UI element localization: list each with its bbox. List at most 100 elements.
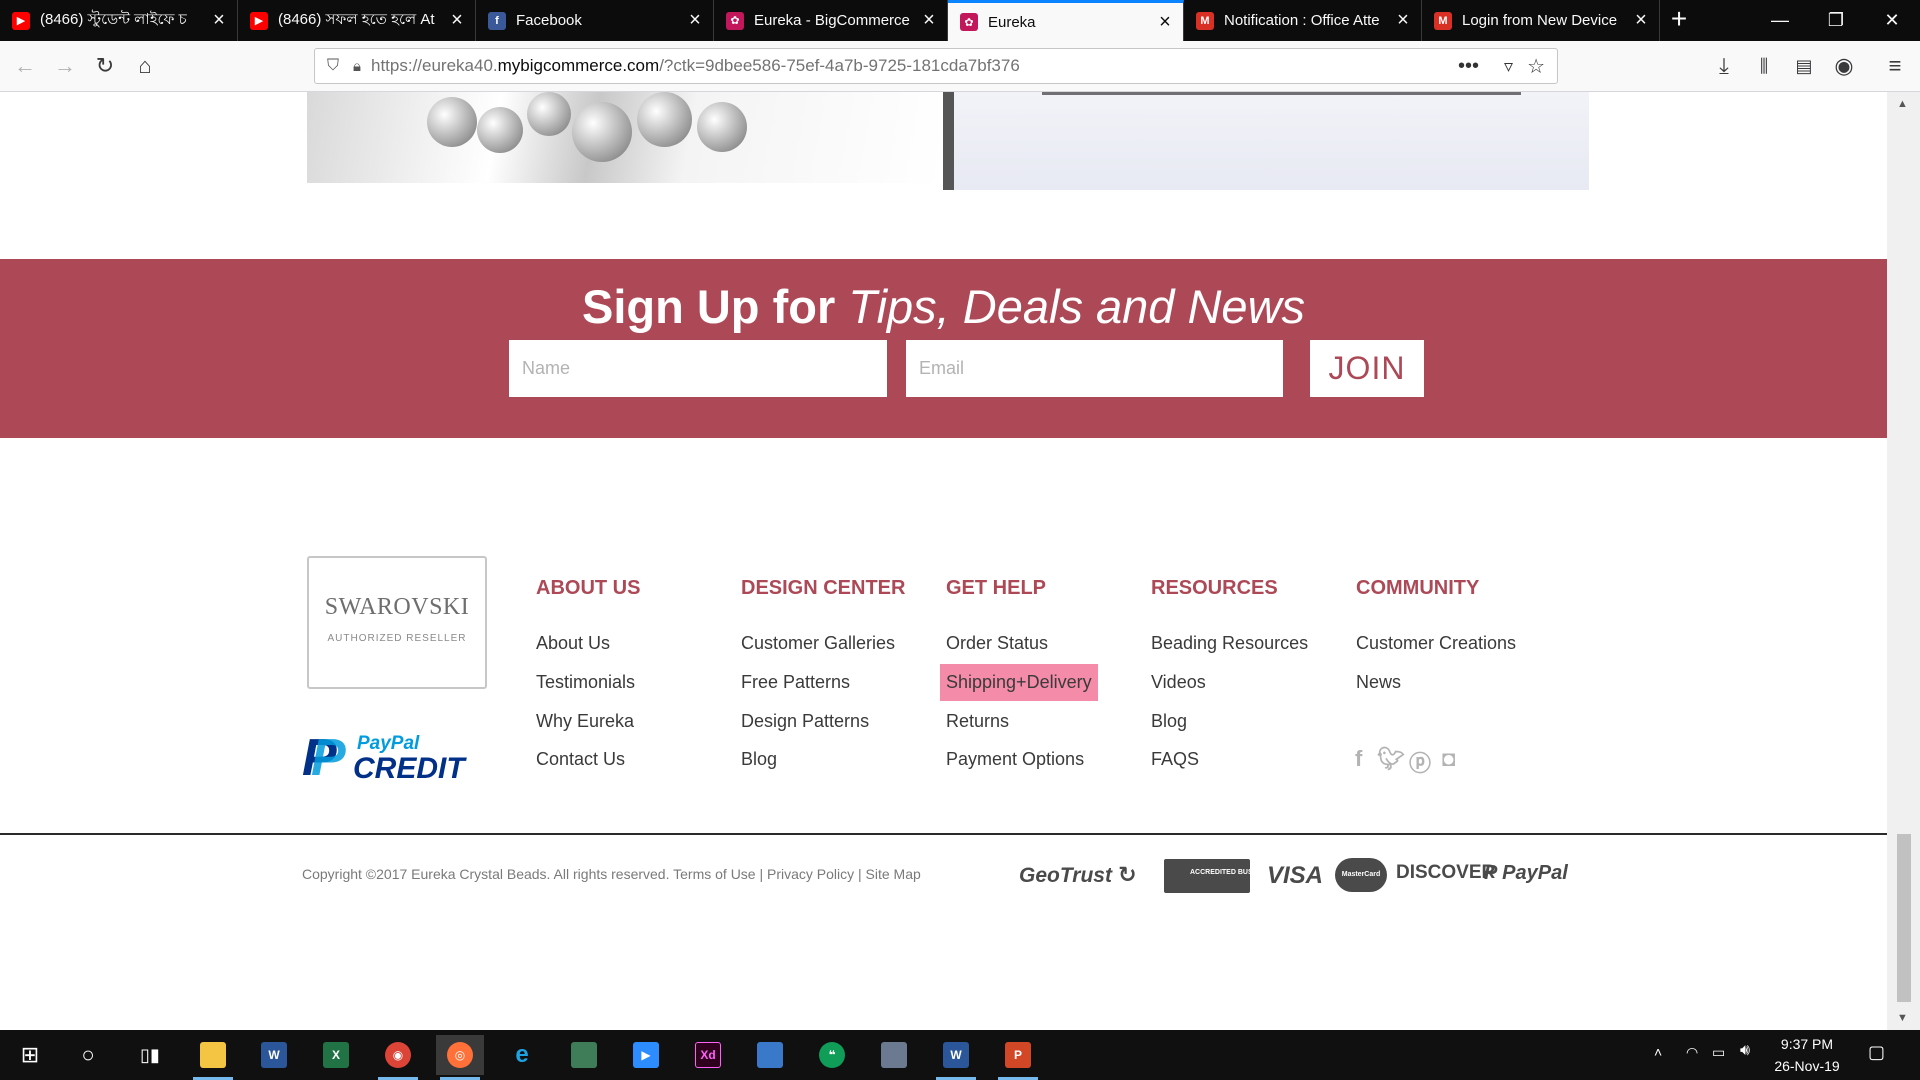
scroll-up-icon[interactable]: ▲ [1897,98,1908,110]
footer-link[interactable]: Testimonials [536,672,635,693]
footer-link[interactable]: Why Eureka [536,711,634,732]
bead-shape [572,102,632,162]
word-document-icon[interactable]: W [932,1035,980,1080]
restore-icon[interactable]: ❐ [1808,0,1864,41]
presentation-app-icon[interactable]: P [994,1035,1042,1080]
footer-link-highlighted[interactable]: Shipping+Delivery [940,664,1098,701]
email-input[interactable] [906,340,1283,397]
footer-link[interactable]: Beading Resources [1151,633,1308,654]
scroll-down-icon[interactable]: ▼ [1897,1012,1908,1024]
browser-tab[interactable]: ▶ (8466) সফল হতে হলে At × [238,0,476,41]
chrome-icon[interactable]: ◉ [374,1035,422,1080]
footer-link[interactable]: About Us [536,633,610,654]
close-window-icon[interactable]: ✕ [1864,0,1920,41]
browser-tab[interactable]: M Login from New Device × [1422,0,1660,41]
facebook-icon[interactable]: f [1355,746,1362,772]
paypal-credit-logo[interactable]: P P PayPal CREDIT [302,730,465,788]
task-view-icon[interactable]: ▯▮ [126,1035,174,1075]
show-hidden-icons-icon[interactable]: ˄ [1654,1044,1662,1060]
gmail-icon: M [1434,11,1452,30]
browser-tab-active[interactable]: ✿ Eureka × [948,0,1184,41]
footer-link[interactable]: Blog [1151,711,1187,732]
footer-link[interactable]: Order Status [946,633,1048,654]
browser-tab[interactable]: M Notification : Office Atte × [1184,0,1422,41]
close-tab-icon[interactable]: × [1153,11,1177,34]
footer-link[interactable]: Design Patterns [741,711,869,732]
close-tab-icon[interactable]: × [207,9,231,32]
windows-start-icon[interactable]: ⊞ [6,1035,54,1075]
footer-link[interactable]: Videos [1151,672,1206,693]
downloads-icon[interactable]: ⤓ [1707,49,1741,83]
adobe-xd-icon[interactable]: Xd [684,1035,732,1075]
shield-icon[interactable]: ⛉ [327,57,339,75]
footer-link[interactable]: Payment Options [946,749,1084,770]
footer-link[interactable]: Returns [946,711,1009,732]
name-input[interactable] [509,340,887,397]
web-page: Sign Up for Tips, Deals and News JOIN SW… [0,92,1887,1030]
instagram-icon[interactable]: ◘ [1442,746,1455,772]
sidebar-icon[interactable]: ▤ [1787,49,1821,83]
bookmark-star-icon[interactable]: ☆ [1527,54,1545,79]
navigation-bar: ← → ↻ ⌂ ⛉ 🔒︎ https://eureka40.mybigcomme… [0,41,1920,92]
page-actions-icon[interactable]: ••• [1458,55,1479,78]
footer-link[interactable]: News [1356,672,1401,693]
join-button[interactable]: JOIN [1310,340,1424,397]
menu-icon[interactable]: ≡ [1878,49,1912,83]
account-icon[interactable]: ◉ [1827,49,1861,83]
file-explorer-icon[interactable] [189,1035,237,1080]
footer-link[interactable]: Customer Creations [1356,633,1516,654]
footer-link[interactable]: FAQS [1151,749,1199,770]
firefox-icon[interactable]: ◎ [436,1035,484,1080]
browser-tab[interactable]: ✿ Eureka - BigCommerce × [714,0,948,41]
home-icon[interactable]: ⌂ [128,49,162,83]
volume-icon[interactable]: 🔊︎ [1740,1042,1750,1060]
library-icon[interactable]: ⫼ [1747,49,1781,83]
network-folder-icon[interactable] [870,1035,918,1075]
footer-column-design-center: DESIGN CENTER Customer Galleries Free Pa… [741,577,905,769]
pocket-icon[interactable]: ▿ [1504,56,1513,77]
footer-link[interactable]: Customer Galleries [741,633,895,654]
bracelet-image[interactable] [307,92,943,183]
bead-shape [697,102,747,152]
excel-icon[interactable]: X [312,1035,360,1075]
internet-explorer-icon[interactable]: e [498,1035,546,1075]
footer-link[interactable]: Contact Us [536,749,625,770]
minimize-icon[interactable]: — [1752,0,1808,41]
forward-icon[interactable]: → [48,49,82,83]
browser-tab[interactable]: ▶ (8466) স্টুডেন্ট লাইফে চ × [0,0,238,41]
close-tab-icon[interactable]: × [917,9,941,32]
battery-icon[interactable]: ▭ [1712,1044,1725,1061]
close-tab-icon[interactable]: × [445,9,469,32]
footer-link[interactable]: Free Patterns [741,672,850,693]
wifi-icon[interactable]: ◠ [1686,1044,1698,1061]
bead-shape [527,92,571,136]
twitter-icon[interactable]: 🐦︎ [1377,746,1405,772]
swarovski-badge[interactable]: SWAROVSKI AUTHORIZED RESELLER [307,556,487,689]
photos-icon[interactable] [560,1035,608,1075]
close-tab-icon[interactable]: × [1629,9,1653,32]
tab-label: Login from New Device [1462,12,1618,29]
action-center-icon[interactable]: ▢ [1868,1042,1885,1063]
footer-heading: ABOUT US [536,577,641,599]
lock-icon[interactable]: 🔒︎ [353,58,361,75]
system-clock[interactable]: 9:37 PM 26-Nov-19 [1762,1033,1852,1077]
address-bar[interactable]: ⛉ 🔒︎ https://eureka40.mybigcommerce.com/… [314,48,1558,84]
banner-image[interactable] [954,92,1589,190]
close-tab-icon[interactable]: × [683,9,707,32]
pinterest-icon[interactable]: ⓟ [1409,746,1431,778]
close-tab-icon[interactable]: × [1391,9,1415,32]
zoom-icon[interactable]: ▶ [622,1035,670,1075]
reload-icon[interactable]: ↻ [88,49,122,83]
url-text[interactable]: https://eureka40.mybigcommerce.com/?ctk=… [371,56,1020,76]
hangouts-icon[interactable]: ❝ [808,1035,856,1075]
new-tab-icon[interactable]: + [1664,0,1694,41]
word-icon[interactable]: W [250,1035,298,1075]
page-scrollbar[interactable]: ▲ ▼ [1887,92,1920,1030]
scrollbar-thumb[interactable] [1897,834,1911,1002]
document-app-icon[interactable] [746,1035,794,1075]
bead-shape [477,107,523,153]
back-icon[interactable]: ← [8,49,42,83]
browser-tab[interactable]: f Facebook × [476,0,714,41]
search-icon[interactable]: ○ [64,1035,112,1075]
footer-link[interactable]: Blog [741,749,777,770]
